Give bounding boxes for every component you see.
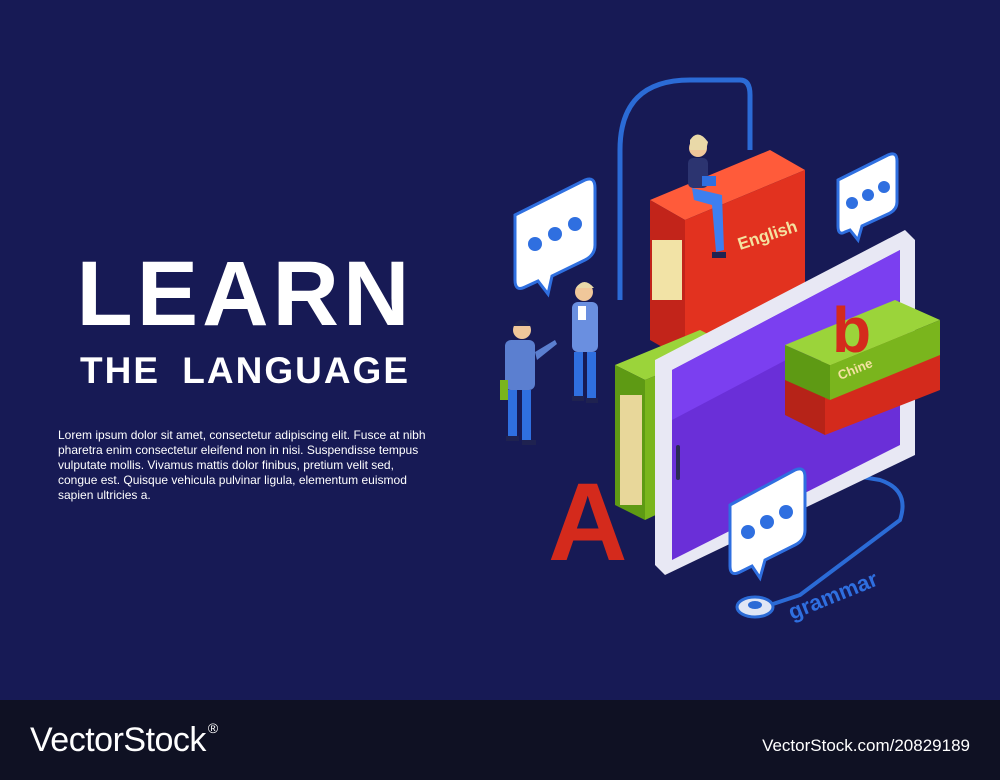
watermark-logo: VectorStock ® [30,720,218,760]
grammar-label: grammar [785,566,882,625]
person-standing-teacher [572,282,598,403]
watermark-brand: VectorStock [30,721,206,759]
headline: LEARN THE LANGUAGE [60,248,430,392]
watermark-image-id: VectorStock.com/20829189 [762,736,970,755]
speech-bubble-right-icon [836,152,899,244]
speech-bubble-left-icon [513,177,597,298]
letter-b: b [832,294,871,366]
stylus-icon [735,595,775,619]
letter-a: A [548,461,627,584]
language-learning-illustration: English ench Chine b [500,77,940,625]
registered-mark: ® [207,720,218,736]
person-standing-student [500,320,557,445]
poster: LEARN THE LANGUAGE Lorem ipsum dolor sit… [0,0,1000,700]
headline-title: LEARN [76,243,414,345]
body-paragraph: Lorem ipsum dolor sit amet, consectetur … [58,428,426,502]
headline-subtitle: THE LANGUAGE [80,350,410,391]
watermark-bar: VectorStock ® VectorStock.com/20829189 [0,700,1000,780]
